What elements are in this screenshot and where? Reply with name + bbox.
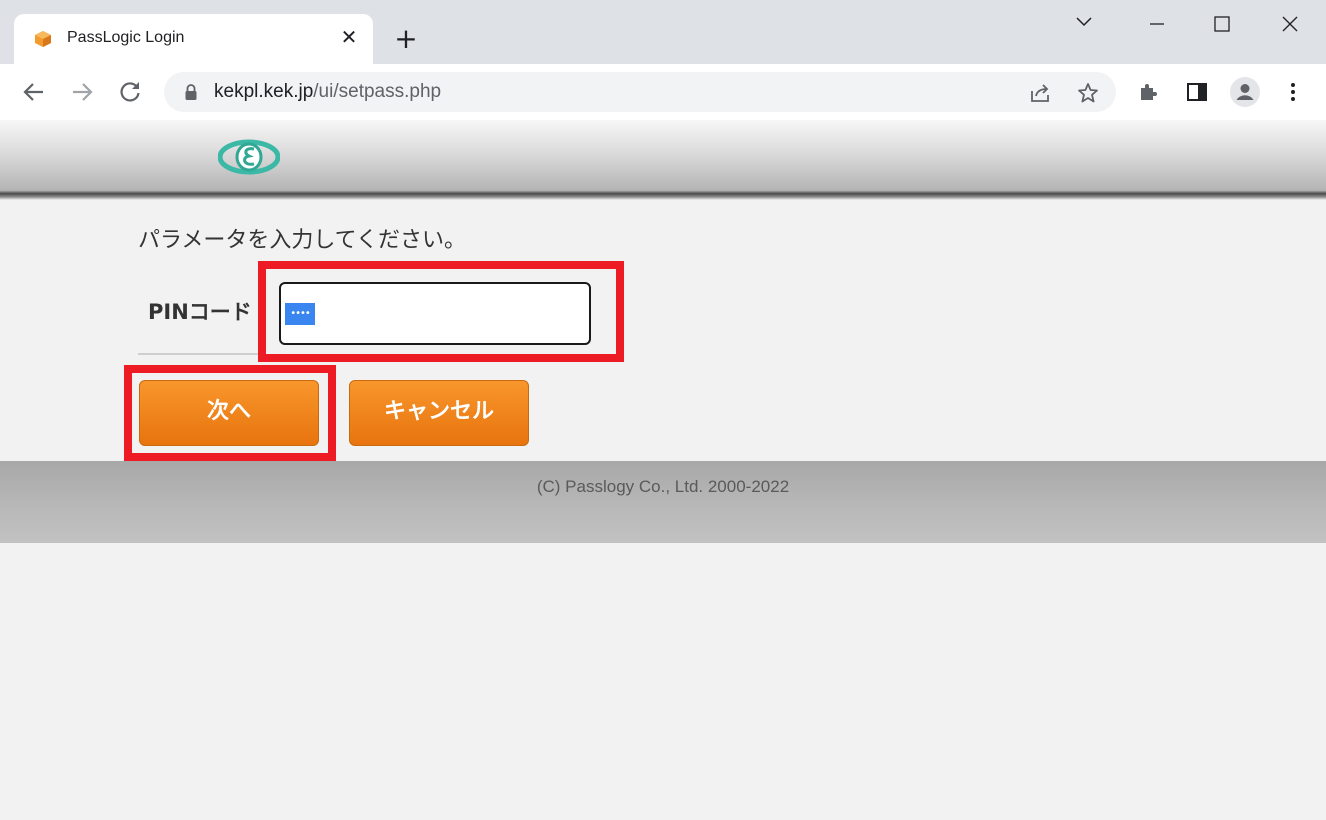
pin-code-label: PINコード	[148, 300, 252, 324]
back-arrow-icon[interactable]	[19, 77, 49, 107]
passlogic-favicon-icon	[35, 31, 51, 47]
url-text[interactable]: kekpl.kek.jp/ui/setpass.php	[214, 81, 441, 103]
tab-title: PassLogic Login	[67, 29, 185, 46]
url-path: /ui/setpass.php	[313, 81, 442, 102]
next-button[interactable]: 次へ	[139, 380, 319, 446]
url-host: kekpl.kek.jp	[214, 81, 314, 102]
cancel-button[interactable]: キャンセル	[349, 380, 529, 446]
lock-icon[interactable]	[184, 83, 198, 101]
side-panel-icon[interactable]	[1185, 80, 1209, 104]
reload-icon[interactable]	[115, 77, 145, 107]
bookmark-star-icon[interactable]	[1076, 81, 1100, 105]
new-tab-icon[interactable]: +	[392, 25, 420, 54]
instruction-text: パラメータを入力してください。	[138, 228, 467, 253]
maximize-icon[interactable]	[1200, 10, 1244, 38]
form-divider	[138, 353, 266, 355]
page-footer: (C) Passlogy Co., Ltd. 2000-2022	[0, 461, 1326, 543]
address-bar[interactable]: kekpl.kek.jp/ui/setpass.php	[164, 72, 1116, 112]
forward-arrow-icon[interactable]	[67, 77, 97, 107]
browser-toolbar: kekpl.kek.jp/ui/setpass.php	[0, 64, 1326, 120]
tab-close-icon[interactable]: ✕	[338, 26, 360, 48]
share-icon[interactable]	[1028, 81, 1052, 105]
kek-logo-icon	[218, 139, 280, 175]
more-menu-icon[interactable]	[1281, 80, 1305, 104]
pin-mask-selection: ••••	[285, 303, 315, 325]
minimize-icon[interactable]	[1135, 10, 1179, 38]
browser-tab[interactable]: PassLogic Login ✕	[14, 14, 373, 66]
copyright-text: (C) Passlogy Co., Ltd. 2000-2022	[536, 477, 790, 496]
tab-search-chevron-icon[interactable]	[1062, 10, 1106, 38]
profile-avatar-icon[interactable]	[1230, 77, 1260, 107]
browser-tabstrip: PassLogic Login ✕ +	[0, 0, 1326, 66]
page-header	[0, 120, 1326, 200]
close-window-icon[interactable]	[1268, 10, 1312, 38]
pin-code-input[interactable]: ••••	[279, 282, 591, 345]
extensions-puzzle-icon[interactable]	[1137, 80, 1161, 104]
